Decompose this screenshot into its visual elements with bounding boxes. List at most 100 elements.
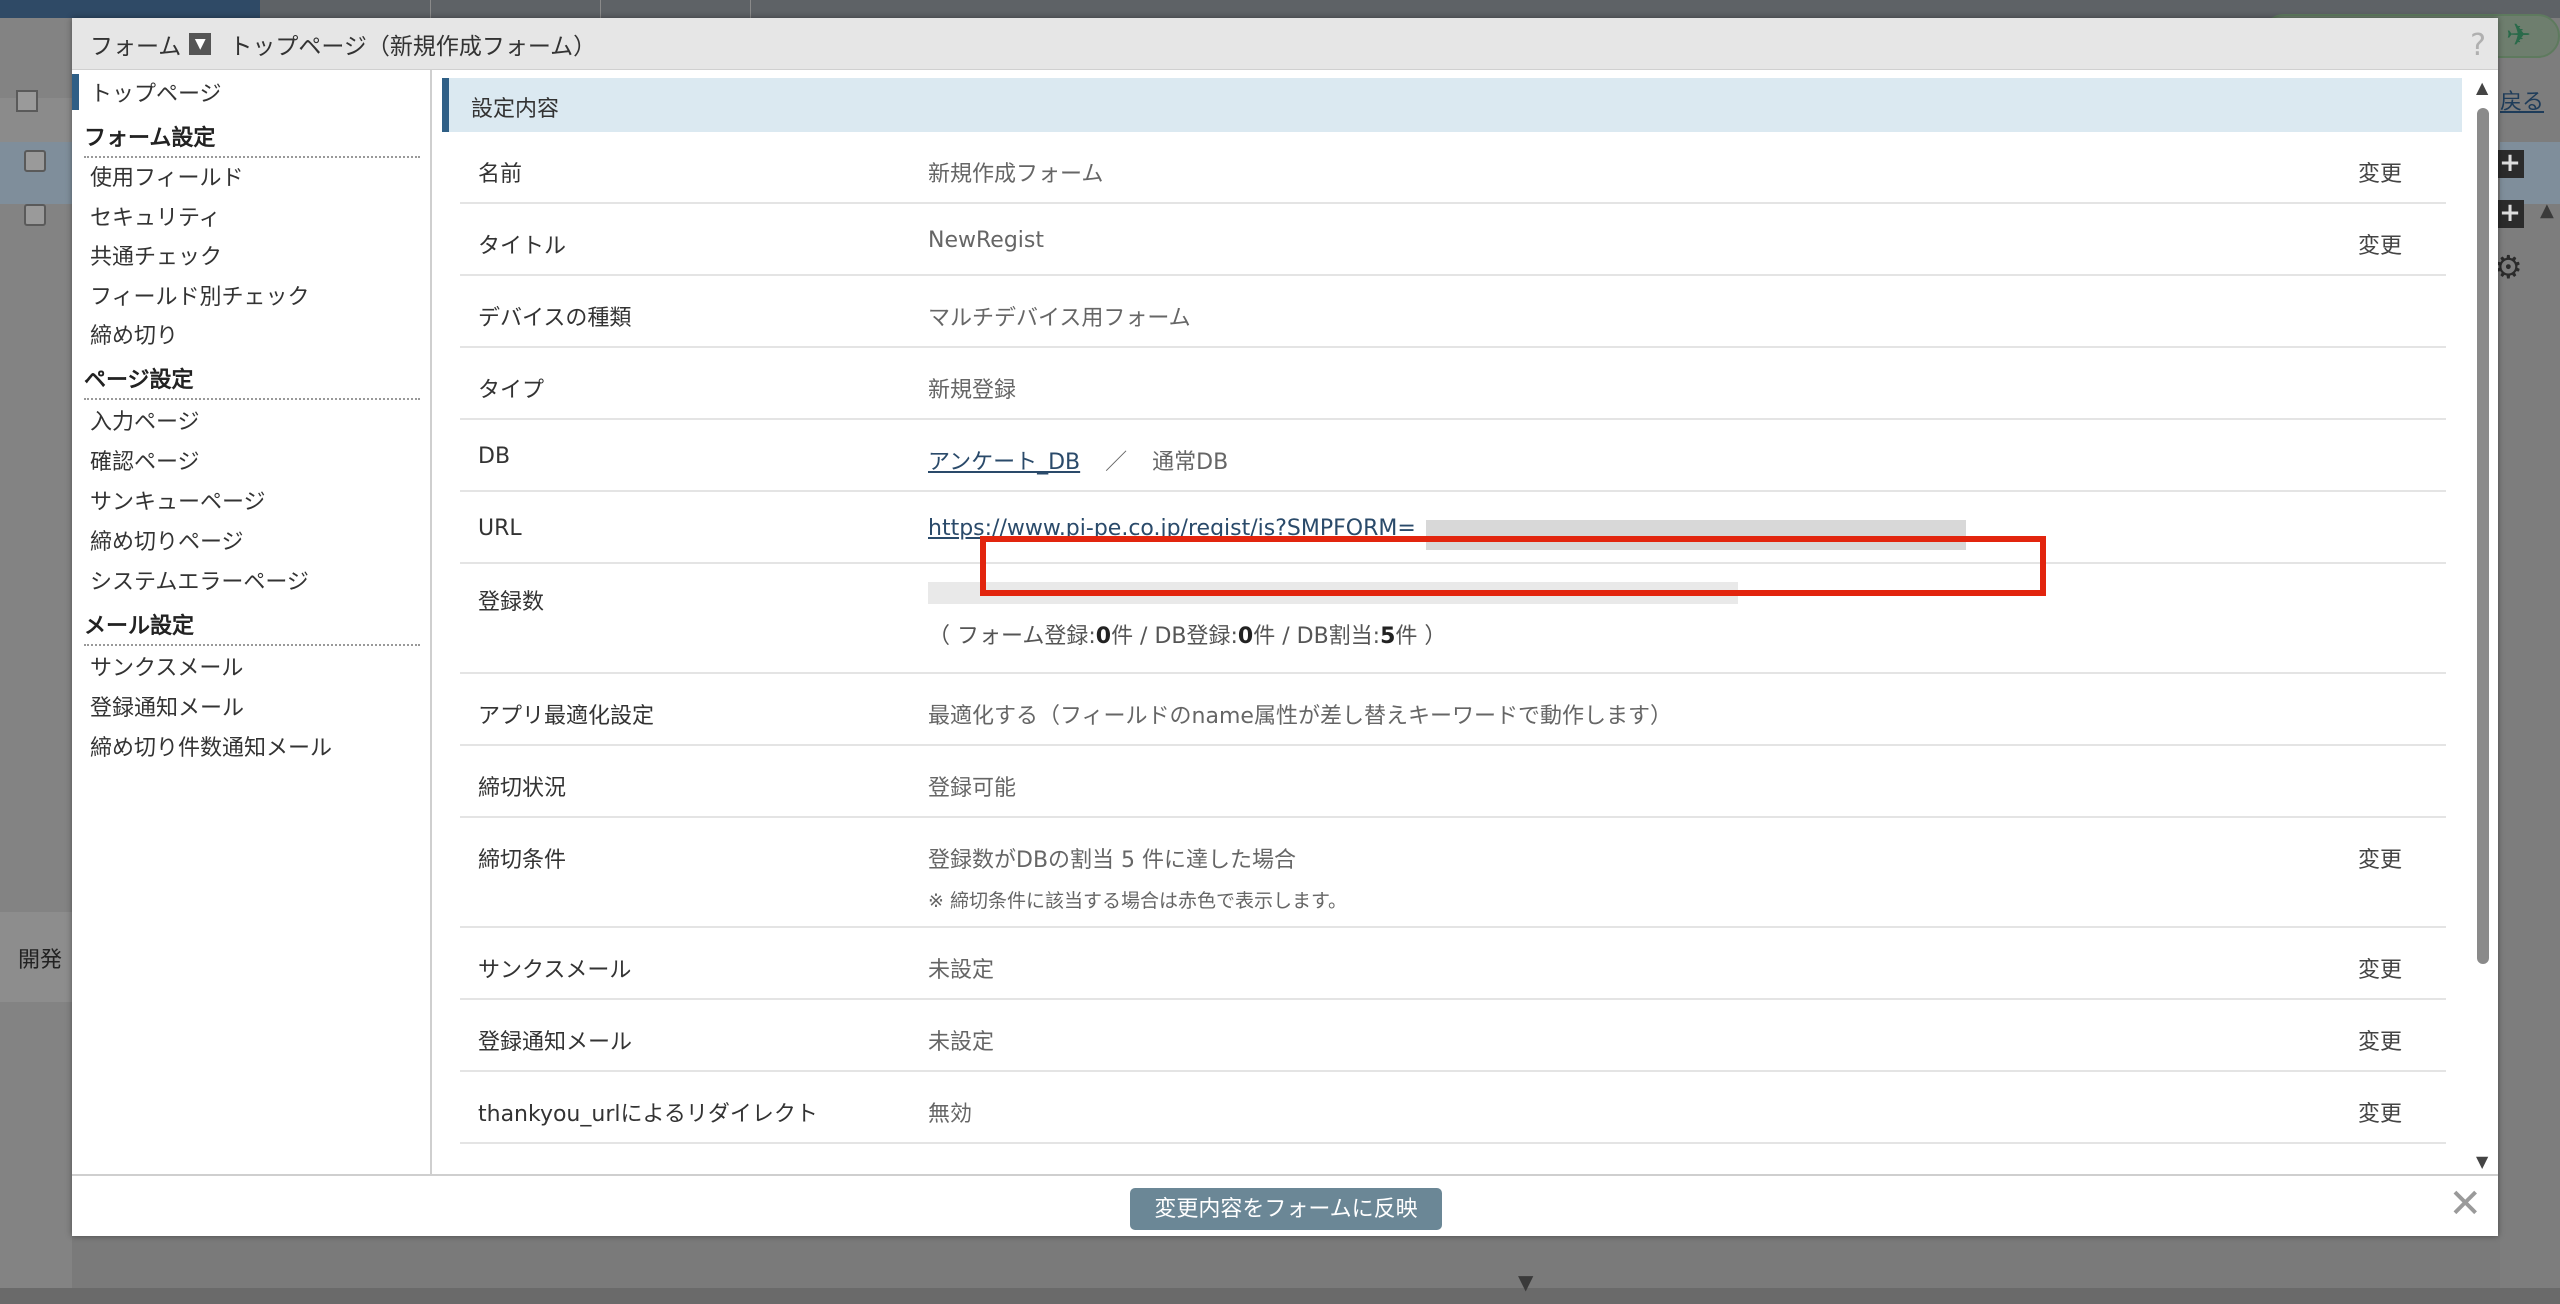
sidebar-item-notify-mail[interactable]: 登録通知メール [90, 690, 244, 722]
section-header: 設定内容 [442, 78, 2462, 132]
background-dropdown-icon [16, 90, 38, 112]
row-label: 登録通知メール [478, 1030, 633, 1055]
content-scrollbar[interactable]: ▲ ▼ [2474, 78, 2492, 1182]
row-value: 未設定 [928, 958, 995, 983]
form-settings-modal: フォーム ▼ トップページ（新規作成フォーム） ? トップページ フォーム設定 … [72, 18, 2498, 1236]
background-dev-label: 開発 [0, 912, 72, 1002]
db-separator: ／ [1105, 450, 1128, 475]
row-value: 新規作成フォーム [928, 162, 1104, 187]
row-label: サンクスメール [478, 958, 632, 983]
breadcrumb-current-page: トップページ（新規作成フォーム） [229, 33, 597, 60]
row-deadline-status: 締切状況 登録可能 [460, 746, 2446, 818]
row-value: アンケート_DB ／ 通常DB [928, 444, 1228, 476]
row-label: thankyou_urlによるリダイレクト [478, 1102, 818, 1127]
row-value: 登録可能 [928, 776, 1017, 801]
plus-icon: + [2496, 150, 2524, 178]
scroll-up-icon[interactable]: ▲ [2476, 78, 2488, 97]
caret-up-icon: ▲ [2540, 200, 2554, 221]
db-link[interactable]: アンケート_DB [928, 450, 1080, 475]
active-item-marker [72, 74, 79, 110]
row-note: ※ 締切条件に該当する場合は赤色で表示します。 [928, 890, 1348, 912]
row-name: 名前 新規作成フォーム 変更 [460, 132, 2446, 204]
row-type: タイプ 新規登録 [460, 348, 2446, 420]
close-icon[interactable]: ✕ [2448, 1184, 2482, 1224]
background-top-bar [0, 0, 2560, 18]
chevron-down-icon: ▼ [194, 35, 206, 52]
apply-changes-button[interactable]: 変更内容をフォームに反映 [1130, 1188, 1442, 1230]
breadcrumb-dropdown-button[interactable]: ▼ [189, 32, 212, 55]
sidebar-item-fields[interactable]: 使用フィールド [90, 160, 244, 192]
sidebar-item-deadline-page[interactable]: 締め切りページ [90, 524, 244, 556]
row-value: 未設定 [928, 1030, 995, 1055]
help-icon[interactable]: ? [2470, 28, 2486, 63]
change-link[interactable]: 変更 [2358, 1024, 2402, 1056]
sidebar-item-confirm-page[interactable]: 確認ページ [90, 444, 200, 476]
settings-sidebar: トップページ フォーム設定 使用フィールド セキュリティ 共通チェック フィール… [72, 70, 432, 1174]
sidebar-item-field-check[interactable]: フィールド別チェック [90, 279, 310, 311]
background-tab-divider [750, 0, 751, 18]
row-redirect: thankyou_urlによるリダイレクト 無効 変更 [460, 1072, 2446, 1144]
row-value: 登録数がDBの割当 5 件に達した場合 [928, 848, 1297, 873]
registration-count-text: （ フォーム登録:0件 / DB登録:0件 / DB割当:5件 ） [928, 624, 1447, 649]
row-value: NewRegist [928, 228, 1044, 253]
modal-header: フォーム ▼ トップページ（新規作成フォーム） ? [72, 18, 2498, 70]
row-value: 新規登録 [928, 378, 1017, 403]
section-title: 設定内容 [471, 97, 560, 122]
row-deadline-condition: 締切条件 登録数がDBの割当 5 件に達した場合 ※ 締切条件に該当する場合は赤… [460, 818, 2446, 928]
row-value: 最適化する（フィールドのname属性が差し替えキーワードで動作します） [928, 704, 1672, 729]
row-label: 締切条件 [478, 848, 567, 873]
background-checkbox [24, 204, 46, 226]
gear-icon: ⚙ [2494, 248, 2523, 286]
row-app-optimization: アプリ最適化設定 最適化する（フィールドのname属性が差し替えキーワードで動作… [460, 674, 2446, 746]
sidebar-item-input-page[interactable]: 入力ページ [90, 404, 200, 436]
row-label: タイトル [478, 234, 567, 259]
change-link[interactable]: 変更 [2358, 1096, 2402, 1128]
background-bottom-bar [0, 1288, 2560, 1304]
url-highlight-box [980, 536, 2046, 596]
db-kind: 通常DB [1152, 450, 1229, 475]
background-tab-divider [600, 0, 601, 18]
row-label: 締切状況 [478, 776, 567, 801]
sidebar-item-common-check[interactable]: 共通チェック [90, 239, 222, 271]
scroll-down-icon[interactable]: ▼ [2476, 1152, 2488, 1171]
sidebar-item-thanks-mail[interactable]: サンクスメール [90, 650, 243, 682]
change-link[interactable]: 変更 [2358, 842, 2402, 874]
change-link[interactable]: 変更 [2358, 228, 2402, 260]
settings-content: 設定内容 名前 新規作成フォーム 変更 タイトル NewRegist 変更 デバ… [442, 70, 2482, 1174]
row-thanks-mail: サンクスメール 未設定 変更 [460, 928, 2446, 1000]
background-active-tab [0, 0, 260, 18]
sidebar-section-mail-settings: メール設定 [84, 608, 420, 646]
plus-icon: + [2496, 200, 2524, 228]
background-back-link: 戻る [2500, 90, 2545, 115]
row-label: アプリ最適化設定 [478, 704, 655, 729]
row-title: タイトル NewRegist 変更 [460, 204, 2446, 276]
scrollbar-thumb[interactable] [2477, 108, 2489, 964]
chevron-down-icon: ▼ [1518, 1270, 1534, 1294]
running-figure-icon: ✈ [2506, 18, 2532, 53]
sidebar-section-form-settings: フォーム設定 [84, 120, 420, 158]
sidebar-item-top-page[interactable]: トップページ [90, 76, 222, 108]
background-checkbox [24, 150, 46, 172]
sidebar-item-deadline[interactable]: 締め切り [90, 318, 178, 350]
row-notify-mail: 登録通知メール 未設定 変更 [460, 1000, 2446, 1072]
row-label: 登録数 [478, 590, 545, 615]
modal-footer: 変更内容をフォームに反映 ✕ [72, 1174, 2498, 1236]
row-label: タイプ [478, 378, 545, 403]
background-tab-divider [430, 0, 431, 18]
row-label: DB [478, 444, 511, 469]
sidebar-item-deadline-count-mail[interactable]: 締め切り件数通知メール [90, 730, 332, 762]
row-value: マルチデバイス用フォーム [928, 306, 1191, 331]
sidebar-item-security[interactable]: セキュリティ [90, 200, 221, 232]
row-label: デバイスの種類 [478, 306, 632, 331]
sidebar-item-thankyou-page[interactable]: サンキューページ [90, 484, 266, 516]
row-label: 名前 [478, 162, 523, 187]
change-link[interactable]: 変更 [2358, 952, 2402, 984]
row-value: 無効 [928, 1102, 973, 1127]
sidebar-section-page-settings: ページ設定 [84, 362, 420, 400]
row-label: URL [478, 516, 522, 541]
breadcrumb-form[interactable]: フォーム [90, 27, 181, 61]
row-device: デバイスの種類 マルチデバイス用フォーム [460, 276, 2446, 348]
row-db: DB アンケート_DB ／ 通常DB [460, 420, 2446, 492]
sidebar-item-system-error-page[interactable]: システムエラーページ [90, 564, 309, 596]
change-link[interactable]: 変更 [2358, 156, 2402, 188]
